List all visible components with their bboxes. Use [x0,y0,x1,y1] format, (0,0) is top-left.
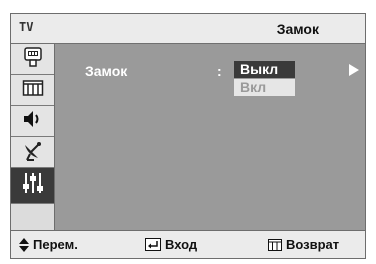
sidebar [11,44,55,230]
sidebar-item-setup[interactable] [11,168,54,204]
speaker-icon [22,109,44,134]
arrow-right-icon [349,64,359,76]
sidebar-item-channel[interactable] [11,75,54,106]
back-label: Возврат [286,237,340,252]
page-title: Замок [276,21,319,37]
up-down-arrows-icon [19,237,29,252]
sidebar-item-sound[interactable] [11,106,54,137]
footer-move: Перем. [19,237,78,252]
picture-icon [23,46,43,73]
osd-menu-window: TV Замок Замок: Выкл Вкл Перем. Вход Во… [10,13,366,259]
footer-back: Возврат [268,237,339,252]
menu-return-icon [268,238,282,251]
move-label: Перем. [33,237,78,252]
channel-list-icon [22,79,44,102]
footer-enter: Вход [145,237,197,252]
setup-sliders-icon [22,171,44,200]
enter-icon [145,238,161,251]
lock-label: Замок [85,63,128,79]
separator: : [217,63,222,79]
option-off-selected[interactable]: Выкл [234,61,295,78]
option-on[interactable]: Вкл [234,79,295,96]
sidebar-item-picture[interactable] [11,44,54,75]
tv-mode-label: TV [19,20,34,34]
satellite-dish-icon [22,139,44,166]
footer-bar: Перем. Вход Возврат [11,230,365,258]
menu-header: TV Замок [11,14,365,44]
sidebar-item-satellite[interactable] [11,137,54,168]
enter-label: Вход [165,237,198,252]
main-panel: Замок : Выкл Вкл [55,44,365,230]
